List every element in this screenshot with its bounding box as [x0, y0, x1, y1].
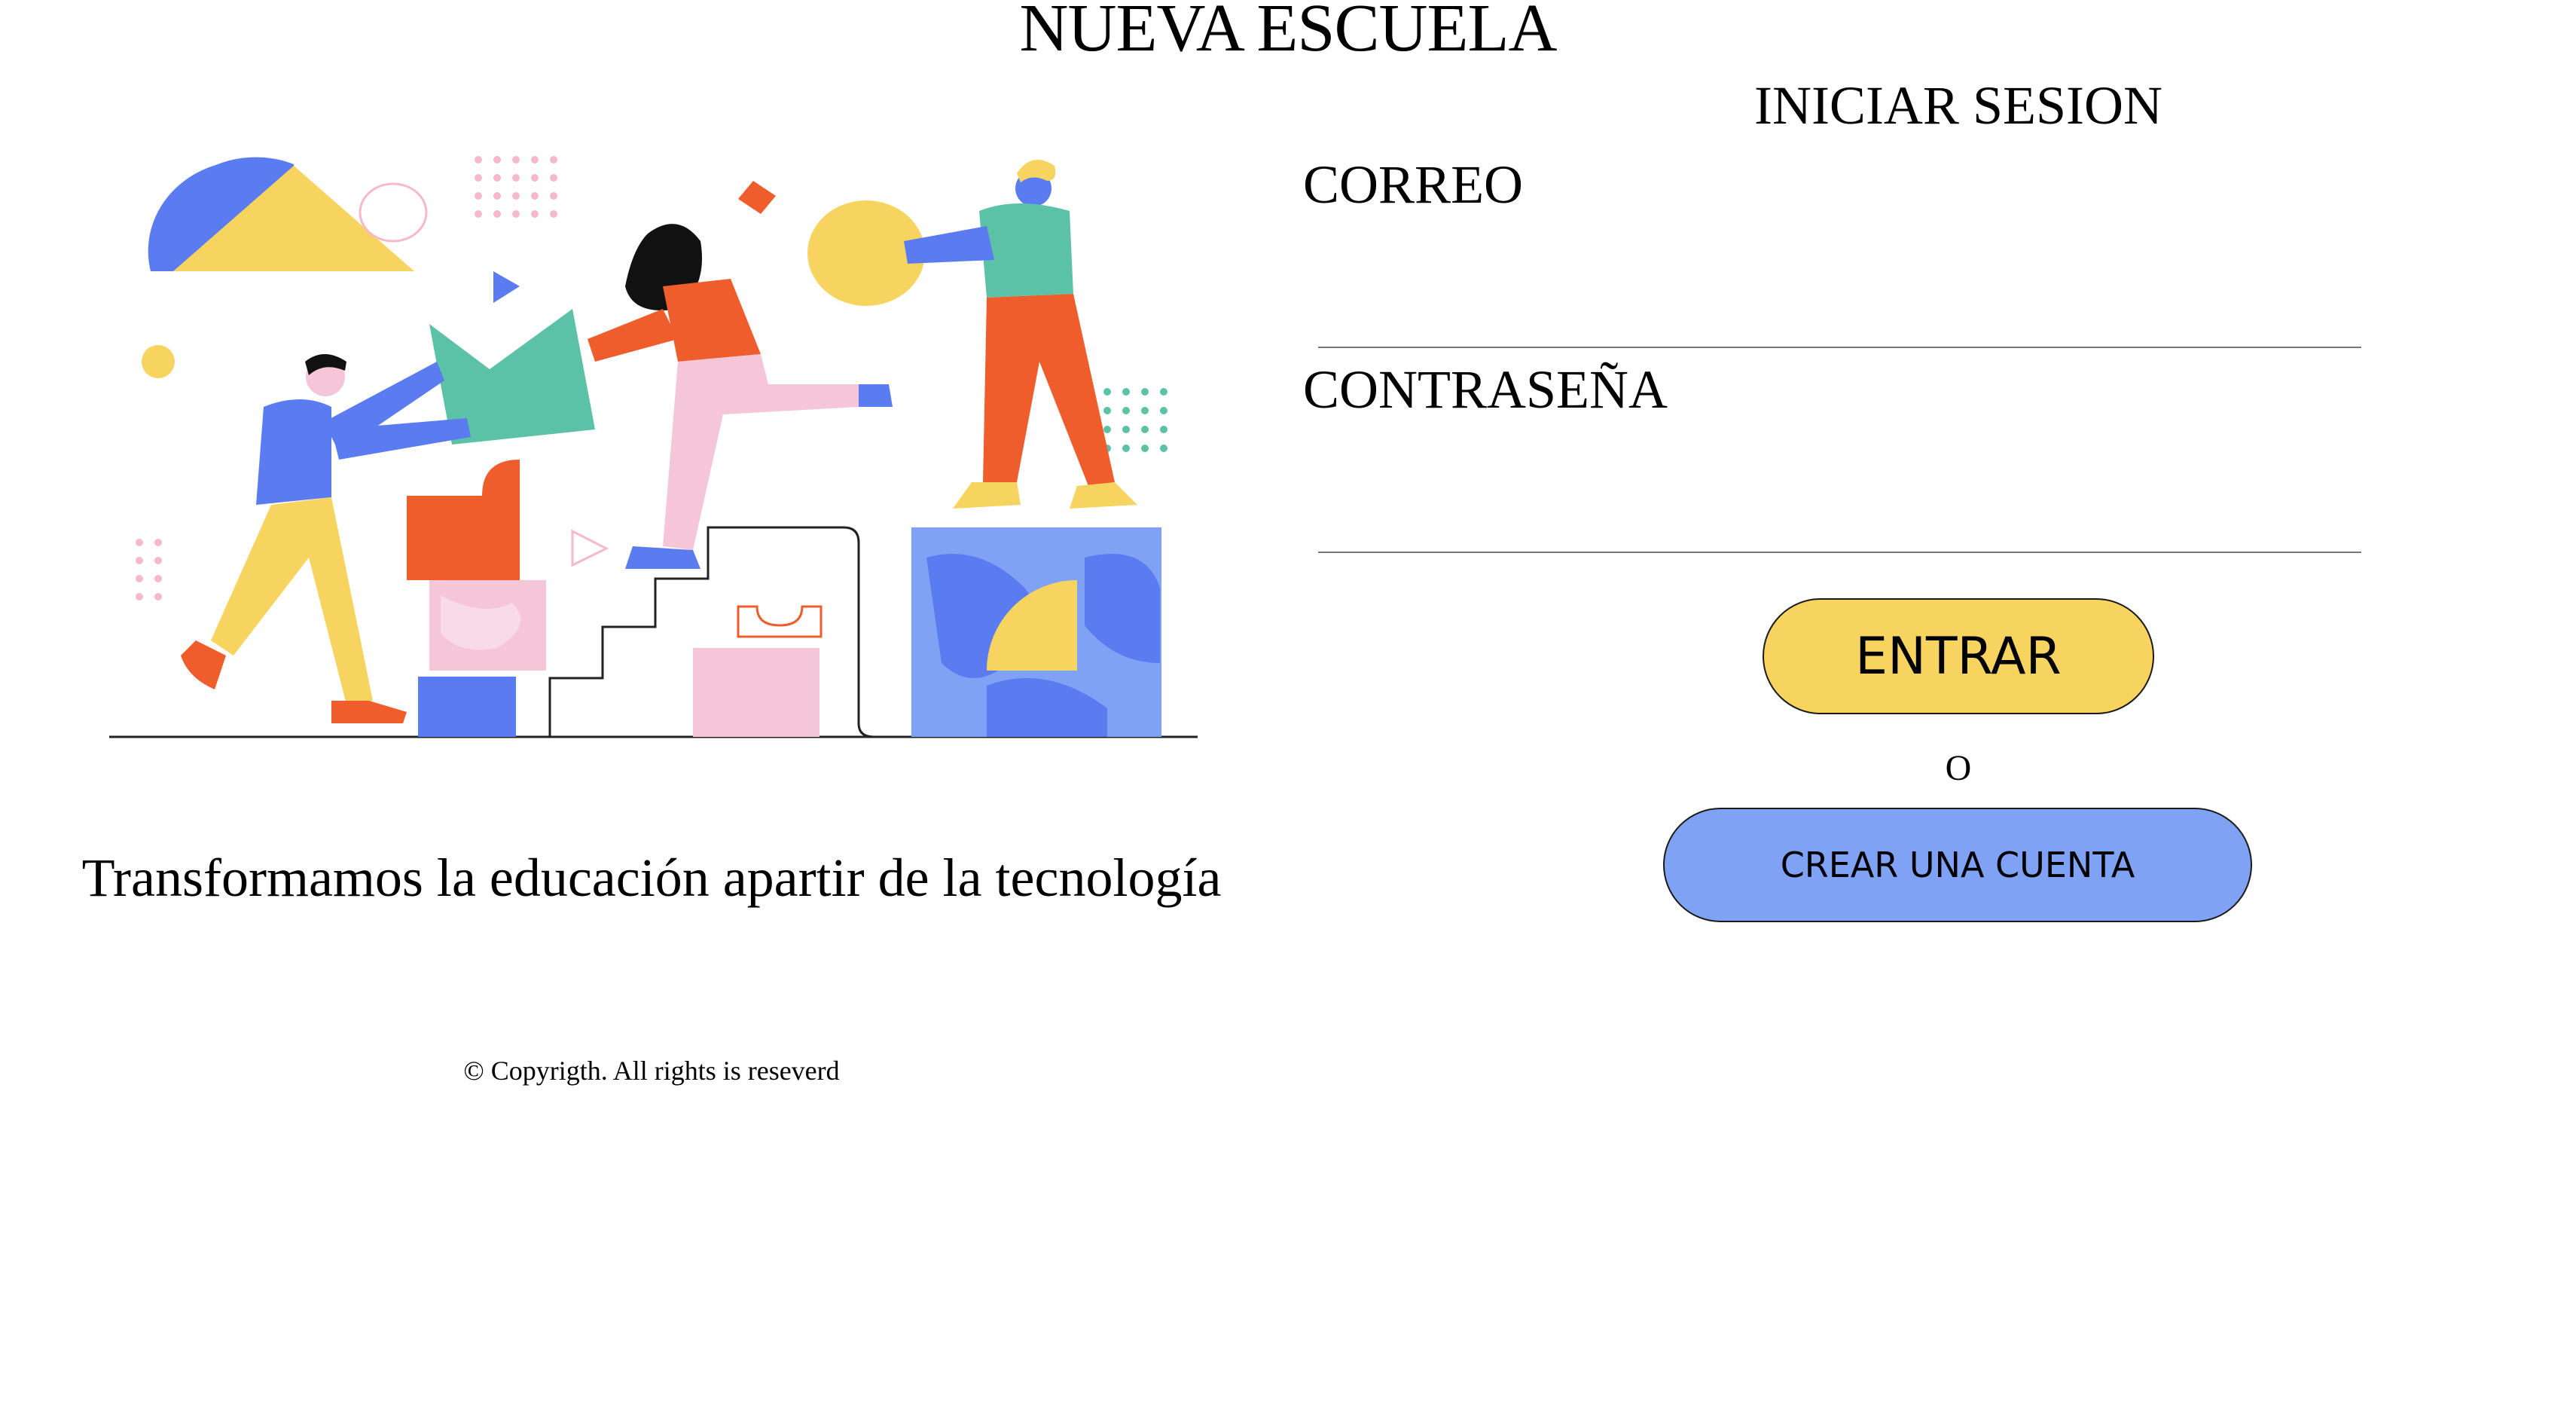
submit-login-button[interactable]: ENTRAR: [1763, 598, 2154, 714]
email-field[interactable]: [1318, 286, 2361, 348]
hero-illustration: [105, 136, 1205, 753]
email-label: CORREO: [1303, 154, 1524, 215]
create-account-button[interactable]: CREAR UNA CUENTA: [1663, 808, 2252, 922]
team-building-blocks-illustration-icon: [109, 156, 1198, 738]
copyright-notice: © Copyrigth. All rights is reseverd: [463, 1056, 840, 1086]
site-title: NUEVA ESCUELA: [1019, 0, 1558, 66]
or-separator: O: [1945, 748, 1972, 788]
password-field[interactable]: [1318, 491, 2361, 553]
login-heading: INICIAR SESION: [1753, 75, 2162, 136]
tagline: Transformamos la educación apartir de la…: [81, 848, 1222, 908]
password-label: CONTRASEÑA: [1303, 359, 1668, 420]
